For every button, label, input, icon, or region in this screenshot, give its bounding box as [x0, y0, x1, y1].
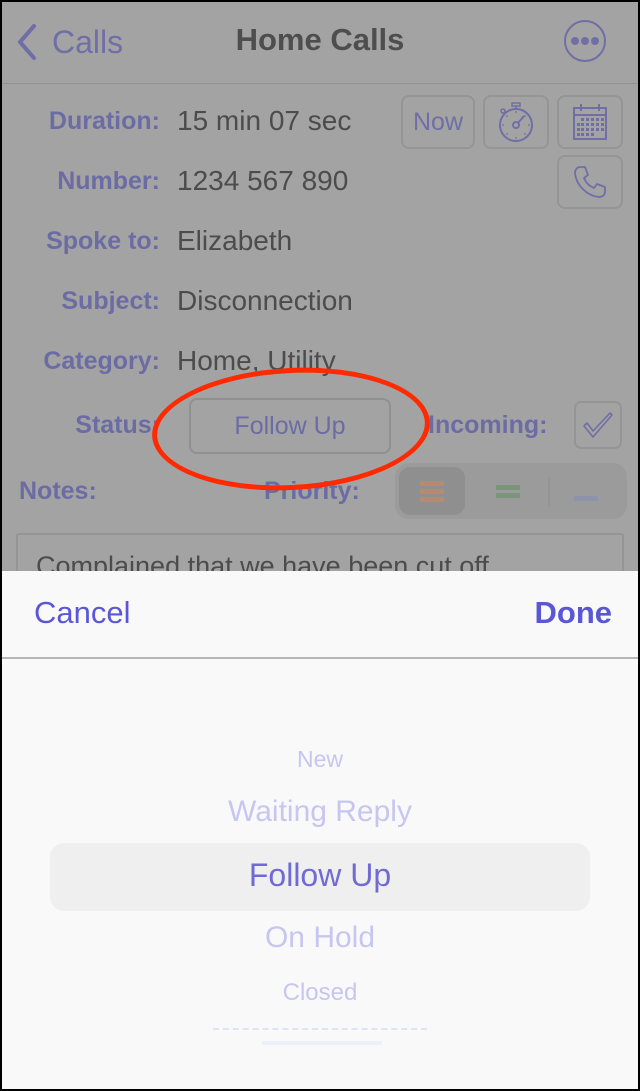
spoke-to-label: Spoke to: [46, 227, 160, 255]
picker-option[interactable]: New [2, 746, 638, 773]
priority-bar [574, 495, 598, 501]
done-button[interactable]: Done [535, 595, 613, 631]
ellipsis-circle-icon [564, 20, 606, 62]
picker-toolbar: Cancel Done [2, 571, 638, 659]
priority-low-segment[interactable] [553, 467, 619, 515]
screen: Calls Home Calls Duration: 15 min 07 sec… [2, 2, 638, 1089]
chevron-left-icon [18, 24, 36, 60]
priority-medium-segment[interactable] [475, 467, 541, 515]
number-row: Number: 1234 567 890 [2, 158, 638, 204]
status-button[interactable]: Follow Up [189, 398, 391, 454]
calendar-button[interactable] [557, 95, 623, 149]
back-button[interactable]: Calls [16, 20, 123, 64]
priority-bar [496, 484, 520, 490]
status-picker-sheet: Cancel Done New Waiting Reply Follow Up … [2, 571, 638, 1089]
call-button[interactable] [557, 155, 623, 209]
priority-high-segment[interactable] [399, 467, 465, 515]
notes-label: Notes: [19, 477, 97, 505]
picker-option[interactable]: On Hold [2, 921, 638, 955]
incoming-checkbox[interactable] [574, 401, 622, 449]
category-value[interactable]: Home, Utility [177, 338, 336, 384]
priority-segmented-control [395, 463, 627, 519]
picker-separator [213, 1028, 427, 1030]
duration-value[interactable]: 15 min 07 sec [177, 98, 351, 144]
picker-option[interactable]: Closed [2, 979, 638, 1007]
spoke-to-row: Spoke to: Elizabeth [2, 218, 638, 264]
priority-bar [420, 480, 444, 486]
priority-label: Priority: [264, 477, 360, 505]
picker-option[interactable]: Waiting Reply [2, 795, 638, 829]
category-label: Category: [43, 347, 160, 375]
navigation-bar: Calls Home Calls [2, 2, 638, 84]
now-button[interactable]: Now [401, 95, 475, 149]
back-label: Calls [52, 23, 124, 60]
number-value[interactable]: 1234 567 890 [177, 158, 348, 204]
spoke-to-value[interactable]: Elizabeth [177, 218, 292, 264]
more-button[interactable] [563, 19, 607, 63]
priority-bar [420, 496, 444, 502]
subject-label: Subject: [61, 287, 160, 315]
incoming-label: Incoming: [428, 411, 548, 439]
priority-bar [496, 492, 520, 498]
picker-option-selected[interactable]: Follow Up [2, 857, 638, 894]
calendar-icon [573, 104, 607, 140]
subject-value[interactable]: Disconnection [177, 278, 353, 324]
number-label: Number: [57, 167, 160, 195]
timer-button[interactable] [483, 95, 549, 149]
subject-row: Subject: Disconnection [2, 278, 638, 324]
status-label: Status: [75, 411, 160, 439]
priority-bar [420, 488, 444, 494]
phone-icon [574, 166, 606, 198]
category-row: Category: Home, Utility [2, 338, 638, 384]
checkmark-icon [583, 412, 613, 438]
duration-label: Duration: [48, 107, 160, 135]
stopwatch-icon [499, 102, 533, 142]
status-picker-wheel[interactable]: New Waiting Reply Follow Up On Hold Clos… [2, 661, 638, 1089]
picker-option-faded [262, 1041, 382, 1045]
cancel-button[interactable]: Cancel [34, 595, 131, 631]
segment-divider [548, 477, 550, 507]
